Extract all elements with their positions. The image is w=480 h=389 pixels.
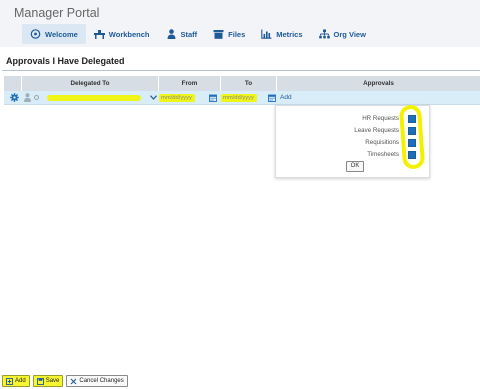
from-date-input[interactable]: mm/dd/yyyy [159, 94, 195, 102]
org-chart-icon [318, 29, 330, 39]
main-nav: Welcome Workbench Staff Files Metrics Or… [22, 24, 374, 44]
workbench-icon [93, 30, 105, 39]
section-divider [2, 70, 480, 71]
calendar-icon[interactable] [209, 94, 217, 102]
portal-title: Manager Portal [14, 6, 100, 20]
add-button[interactable]: Add [2, 375, 30, 387]
tab-org-view-label: Org View [333, 29, 366, 39]
add-icon [6, 377, 13, 385]
save-button-label: Save [45, 378, 60, 384]
status-ring-icon [34, 95, 39, 100]
person-icon [24, 93, 31, 102]
cancel-changes-button[interactable]: Cancel Changes [66, 375, 128, 387]
tab-workbench-label: Workbench [108, 29, 150, 39]
header-action-spacer [4, 76, 22, 91]
tab-staff-label: Staff [180, 29, 198, 39]
option-label-timesheets: Timesheets [367, 151, 399, 158]
tab-metrics[interactable]: Metrics [253, 24, 310, 44]
tab-files[interactable]: Files [205, 24, 253, 44]
option-label-leave-requests: Leave Requests [354, 127, 399, 134]
to-date-input[interactable]: mm/dd/yyyy [221, 94, 257, 102]
save-button[interactable]: Save [32, 375, 64, 387]
calendar-icon[interactable] [268, 94, 276, 102]
staff-icon [167, 29, 175, 39]
metrics-icon [261, 29, 272, 39]
header-from[interactable]: From [159, 76, 221, 91]
table-row: mm/dd/yyyy mm/dd/yyyy Add [4, 91, 480, 105]
header-to[interactable]: To [221, 76, 277, 91]
tab-workbench[interactable]: Workbench [86, 24, 158, 44]
delegated-to-input[interactable] [47, 95, 141, 101]
tab-files-label: Files [228, 29, 246, 39]
add-approval-link[interactable]: Add [280, 93, 292, 103]
option-label-requisitions: Requisitions [365, 139, 399, 146]
tab-welcome-label: Welcome [45, 29, 78, 39]
header-delegated-to[interactable]: Delegated To [22, 76, 159, 91]
approvals-popup: HR Requests Leave Requests Requisitions … [275, 104, 430, 178]
footer-toolbar: Add Save Cancel Changes [0, 373, 480, 389]
section-title: Approvals I Have Delegated [6, 56, 125, 66]
highlight-annotation [398, 104, 426, 170]
chevron-down-icon[interactable] [150, 95, 157, 100]
tab-welcome[interactable]: Welcome [22, 24, 86, 44]
tab-metrics-label: Metrics [276, 29, 303, 39]
tab-org-view[interactable]: Org View [311, 24, 374, 44]
tab-staff[interactable]: Staff [158, 24, 206, 44]
header-approvals[interactable]: Approvals [277, 76, 480, 91]
cancel-changes-label: Cancel Changes [79, 378, 124, 384]
option-label-hr-requests: HR Requests [362, 115, 399, 122]
welcome-icon [30, 29, 41, 39]
files-icon [213, 30, 224, 39]
save-icon [36, 377, 44, 385]
ok-button[interactable]: OK [346, 161, 364, 172]
close-icon [70, 378, 77, 384]
table-header: Delegated To From To Approvals [4, 76, 480, 91]
add-button-label: Add [15, 378, 26, 384]
portal-header: Manager Portal Welcome Workbench Staff F… [0, 0, 480, 47]
gear-icon[interactable] [10, 93, 19, 102]
